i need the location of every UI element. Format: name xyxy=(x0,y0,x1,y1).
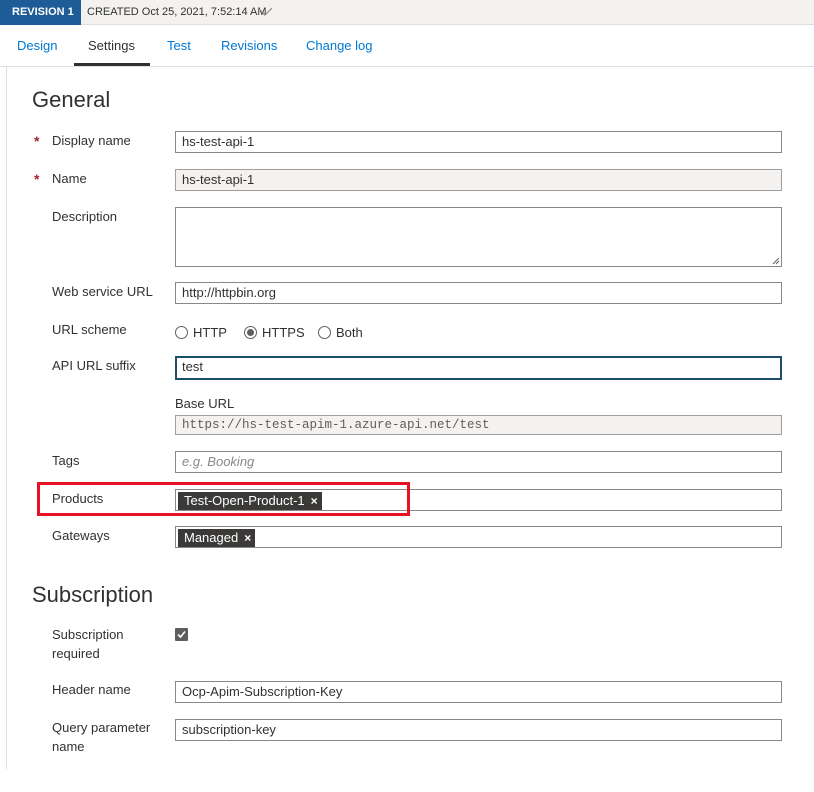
api-url-suffix-label: API URL suffix xyxy=(52,358,136,373)
tab-settings[interactable]: Settings xyxy=(88,38,135,53)
revision-badge: REVISION 1 xyxy=(0,0,81,25)
description-textarea[interactable] xyxy=(175,207,782,267)
label-line: Query parameter xyxy=(52,720,151,735)
url-scheme-label: URL scheme xyxy=(52,322,127,337)
description-label: Description xyxy=(52,209,118,224)
display-name-label: Display name xyxy=(52,133,131,148)
chevron-down-icon[interactable] xyxy=(257,5,273,19)
tab-change-log[interactable]: Change log xyxy=(306,38,373,53)
query-parameter-input[interactable]: subscription-key xyxy=(175,719,782,741)
resize-grip-icon[interactable] xyxy=(772,257,780,265)
revision-bar: REVISION 1 CREATED Oct 25, 2021, 7:52:14… xyxy=(0,0,814,25)
tab-design[interactable]: Design xyxy=(17,38,57,53)
tags-placeholder: e.g. Booking xyxy=(182,454,255,469)
url-scheme-https-radio[interactable]: HTTPS xyxy=(244,323,305,341)
radio-label: HTTP xyxy=(193,324,227,340)
gateways-input[interactable]: Managed × xyxy=(175,526,782,548)
query-parameter-label: Query parameter name xyxy=(52,718,150,756)
subscription-required-label: Subscription required xyxy=(52,625,124,663)
web-service-url-label: Web service URL xyxy=(52,284,153,299)
web-service-url-input[interactable]: http://httpbin.org xyxy=(175,282,782,304)
header-name-label: Header name xyxy=(52,682,131,697)
url-scheme-http-radio[interactable]: HTTP xyxy=(175,323,227,341)
required-marker: * xyxy=(34,133,40,149)
label-line: Subscription xyxy=(52,627,124,642)
label-line: required xyxy=(52,646,100,661)
checkmark-icon xyxy=(177,630,186,639)
tab-bar: Design Settings Test Revisions Change lo… xyxy=(0,25,814,67)
api-url-suffix-input[interactable]: test xyxy=(175,356,782,380)
radio-checked-icon xyxy=(244,325,257,339)
header-name-input[interactable]: Ocp-Apim-Subscription-Key xyxy=(175,681,782,703)
name-label: Name xyxy=(52,171,87,186)
required-marker: * xyxy=(34,171,40,187)
revision-created-label: CREATED Oct 25, 2021, 7:52:14 AM xyxy=(87,6,267,18)
radio-label: HTTPS xyxy=(262,324,305,340)
gateways-label: Gateways xyxy=(52,528,110,543)
active-tab-indicator xyxy=(74,63,150,66)
name-input: hs-test-api-1 xyxy=(175,169,782,191)
radio-unchecked-icon xyxy=(175,325,188,339)
radio-unchecked-icon xyxy=(318,325,331,339)
content-divider xyxy=(6,67,7,769)
gateway-tag-label: Managed xyxy=(184,530,239,545)
label-line: name xyxy=(52,739,85,754)
base-url-value: https://hs-test-apim-1.azure-api.net/tes… xyxy=(175,415,782,435)
base-url-label: Base URL xyxy=(175,396,235,411)
tab-test[interactable]: Test xyxy=(167,38,191,53)
tags-input[interactable]: e.g. Booking xyxy=(175,451,782,473)
general-section-title: General xyxy=(32,87,111,112)
tab-revisions[interactable]: Revisions xyxy=(221,38,277,53)
tags-label: Tags xyxy=(52,453,80,468)
remove-tag-icon[interactable]: × xyxy=(244,529,251,547)
url-scheme-both-radio[interactable]: Both xyxy=(318,323,363,341)
display-name-input[interactable]: hs-test-api-1 xyxy=(175,131,782,153)
subscription-required-checkbox[interactable] xyxy=(175,628,188,641)
gateway-tag: Managed × xyxy=(178,529,256,547)
subscription-section-title: Subscription xyxy=(32,582,154,607)
highlight-box xyxy=(37,482,410,516)
radio-label: Both xyxy=(336,324,363,340)
